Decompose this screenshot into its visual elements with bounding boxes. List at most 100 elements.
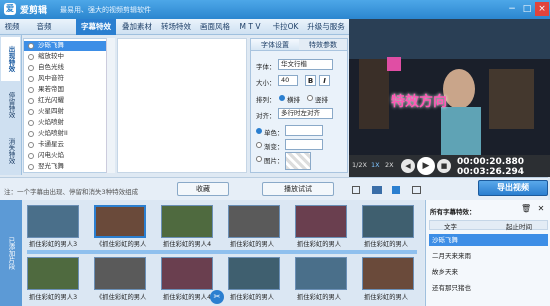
effect-item-label: 火焰喷射II xyxy=(38,129,68,137)
current-time: 00:00:20.880 xyxy=(457,157,524,167)
effect-item-label: 红光闪耀 xyxy=(38,96,64,104)
effect-item-label: 自色光线 xyxy=(38,63,64,71)
stop-icon[interactable]: ■ xyxy=(437,159,451,173)
new-file-icon[interactable] xyxy=(352,186,360,194)
effect-item[interactable]: 火星四射 xyxy=(24,107,114,117)
edit-icon[interactable] xyxy=(412,186,421,194)
preview-play-button[interactable]: 播放试试 xyxy=(262,182,334,196)
effect-item[interactable]: 沙砾飞舞 xyxy=(24,41,114,51)
effect-list-scrollbar[interactable] xyxy=(106,38,115,173)
image-radio[interactable] xyxy=(256,156,262,162)
tab-effect-params[interactable]: 特效参数 xyxy=(299,39,347,51)
radio-icon xyxy=(28,43,34,49)
clip-thumbnail[interactable] xyxy=(362,205,414,238)
speed-2x[interactable]: 2X xyxy=(385,161,394,169)
tab-style[interactable]: 画面风格 xyxy=(196,19,234,35)
subtitle-row[interactable]: 故乡天来 xyxy=(429,266,548,278)
prev-icon[interactable]: ◀ xyxy=(401,159,415,173)
subtitle-row[interactable]: 还有那只猪也 xyxy=(429,282,548,294)
maximize-button[interactable]: □ xyxy=(520,2,534,16)
side-tab-disappear[interactable]: 消失特效 xyxy=(1,129,20,173)
effect-item[interactable]: 火焰喷射II xyxy=(24,129,114,139)
effect-item-label: 沙砾飞舞 xyxy=(38,41,64,49)
italic-button[interactable]: I xyxy=(319,75,330,86)
clip-thumbnail[interactable] xyxy=(228,257,280,290)
clip-label: 抓住彩虹的男人 xyxy=(297,241,342,248)
timeline-track xyxy=(27,250,417,254)
radio-icon xyxy=(28,54,34,60)
tab-mtv[interactable]: M T V xyxy=(235,19,265,35)
clip-thumbnail[interactable] xyxy=(295,257,347,290)
effect-item[interactable]: 闪电火焰 xyxy=(24,151,114,161)
horizontal-radio[interactable] xyxy=(279,95,285,101)
clip-thumbnail[interactable] xyxy=(295,205,347,238)
tab-subtitle-effects[interactable]: 字幕特效 xyxy=(76,19,116,35)
clip-thumbnail[interactable] xyxy=(94,205,146,238)
size-input[interactable]: 40 xyxy=(278,75,298,86)
bold-button[interactable]: B xyxy=(305,75,316,86)
open-folder-icon[interactable] xyxy=(372,186,382,194)
clip-thumbnail[interactable] xyxy=(27,205,79,238)
horizontal-label: 横排 xyxy=(287,96,300,104)
effect-item[interactable]: 风中音符 xyxy=(24,74,114,84)
effect-item[interactable]: 翌光飞舞 xyxy=(24,162,114,172)
clip-thumbnail[interactable] xyxy=(27,257,79,290)
tab-karaoke[interactable]: 卡拉OK xyxy=(268,19,303,35)
clip-timeline: 抓住彩虹的男人3 《抓住彩虹的男人 抓住彩虹的男人4 抓住彩虹的男人 抓住彩虹的男人 抓住… xyxy=(0,200,424,306)
play-icon[interactable]: ▶ xyxy=(417,157,435,175)
subtitle-row[interactable]: 二月天来来雨 xyxy=(429,250,548,262)
tab-upgrade[interactable]: 升级与服务 xyxy=(304,19,348,35)
video-frame xyxy=(349,19,550,155)
close-icon[interactable]: ✕ xyxy=(536,204,546,214)
tab-audio[interactable]: 音频 xyxy=(24,19,64,35)
color-picker[interactable] xyxy=(285,125,323,136)
delete-icon[interactable]: 🗑 xyxy=(521,204,531,214)
speed-1x[interactable]: 1X xyxy=(371,161,380,169)
clip-thumbnail[interactable] xyxy=(94,257,146,290)
tab-overlay[interactable]: 叠加素材 xyxy=(118,19,156,35)
clip-label: 抓住彩虹的男人3 xyxy=(29,241,78,248)
player-controls: 1/2X 1X 2X ◀ ▶ ■ 00:00:20.880 00:03:26.2… xyxy=(349,155,550,177)
clip-thumbnail[interactable] xyxy=(362,257,414,290)
effect-item[interactable]: 卡通星云 xyxy=(24,140,114,150)
radio-icon xyxy=(28,76,34,82)
font-select[interactable]: 华文行楷 xyxy=(278,59,333,70)
vertical-radio[interactable] xyxy=(307,95,313,101)
effect-item[interactable]: 自色光线 xyxy=(24,63,114,73)
scissors-icon[interactable]: ✂ xyxy=(210,290,224,304)
hint-text: 注：一个字幕由出现、停留和消失3种特效组成 xyxy=(4,188,139,196)
subtitle-row[interactable]: 沙砾飞舞 xyxy=(429,234,548,246)
collect-button[interactable]: 收藏 xyxy=(177,182,229,196)
effect-item-label: 火星四射 xyxy=(38,107,64,115)
speed-half[interactable]: 1/2X xyxy=(352,161,367,169)
gradient-radio[interactable] xyxy=(256,142,262,148)
export-video-button[interactable]: 导出视频 xyxy=(478,180,548,196)
radio-icon xyxy=(28,142,34,148)
single-color-radio[interactable] xyxy=(256,128,262,134)
gradient-picker[interactable] xyxy=(285,139,323,150)
title-bar: 爱 爱剪辑 最易用、强大的视频剪辑软件 − □ × xyxy=(0,0,550,19)
effect-item[interactable]: 缩放较中 xyxy=(24,52,114,62)
align-label: 对齐： xyxy=(256,112,276,120)
side-tab-stay[interactable]: 停留特效 xyxy=(1,83,20,127)
effect-item-label: 卡通星云 xyxy=(38,140,64,148)
effect-item[interactable]: 红光闪耀 xyxy=(24,96,114,106)
radio-icon xyxy=(28,98,34,104)
effect-item[interactable]: 火焰喷射 xyxy=(24,118,114,128)
minimize-button[interactable]: − xyxy=(505,2,519,16)
clip-thumbnail[interactable] xyxy=(161,257,213,290)
tab-transition[interactable]: 转场特效 xyxy=(157,19,195,35)
clip-thumbnail[interactable] xyxy=(228,205,280,238)
align-select[interactable]: 多行时左对齐 xyxy=(278,108,333,119)
tab-font-settings[interactable]: 字体设置 xyxy=(251,39,299,51)
tab-video[interactable]: 视频 xyxy=(2,19,22,35)
image-swatch[interactable] xyxy=(285,152,311,170)
side-tab-appear[interactable]: 出现特效 xyxy=(1,37,20,81)
clip-thumbnail[interactable] xyxy=(161,205,213,238)
added-clips-label: 已添加片段 xyxy=(0,200,22,306)
save-icon[interactable] xyxy=(392,186,400,194)
radio-icon xyxy=(28,153,34,159)
effect-item[interactable]: 果若帝国 xyxy=(24,85,114,95)
close-button[interactable]: × xyxy=(535,2,549,16)
subtitle-effects-list: 所有字幕特效： 🗑 ✕ 文字 起止时间 沙砾飞舞 二月天来来雨 故乡天来 还有那只猪也 xyxy=(425,200,550,306)
